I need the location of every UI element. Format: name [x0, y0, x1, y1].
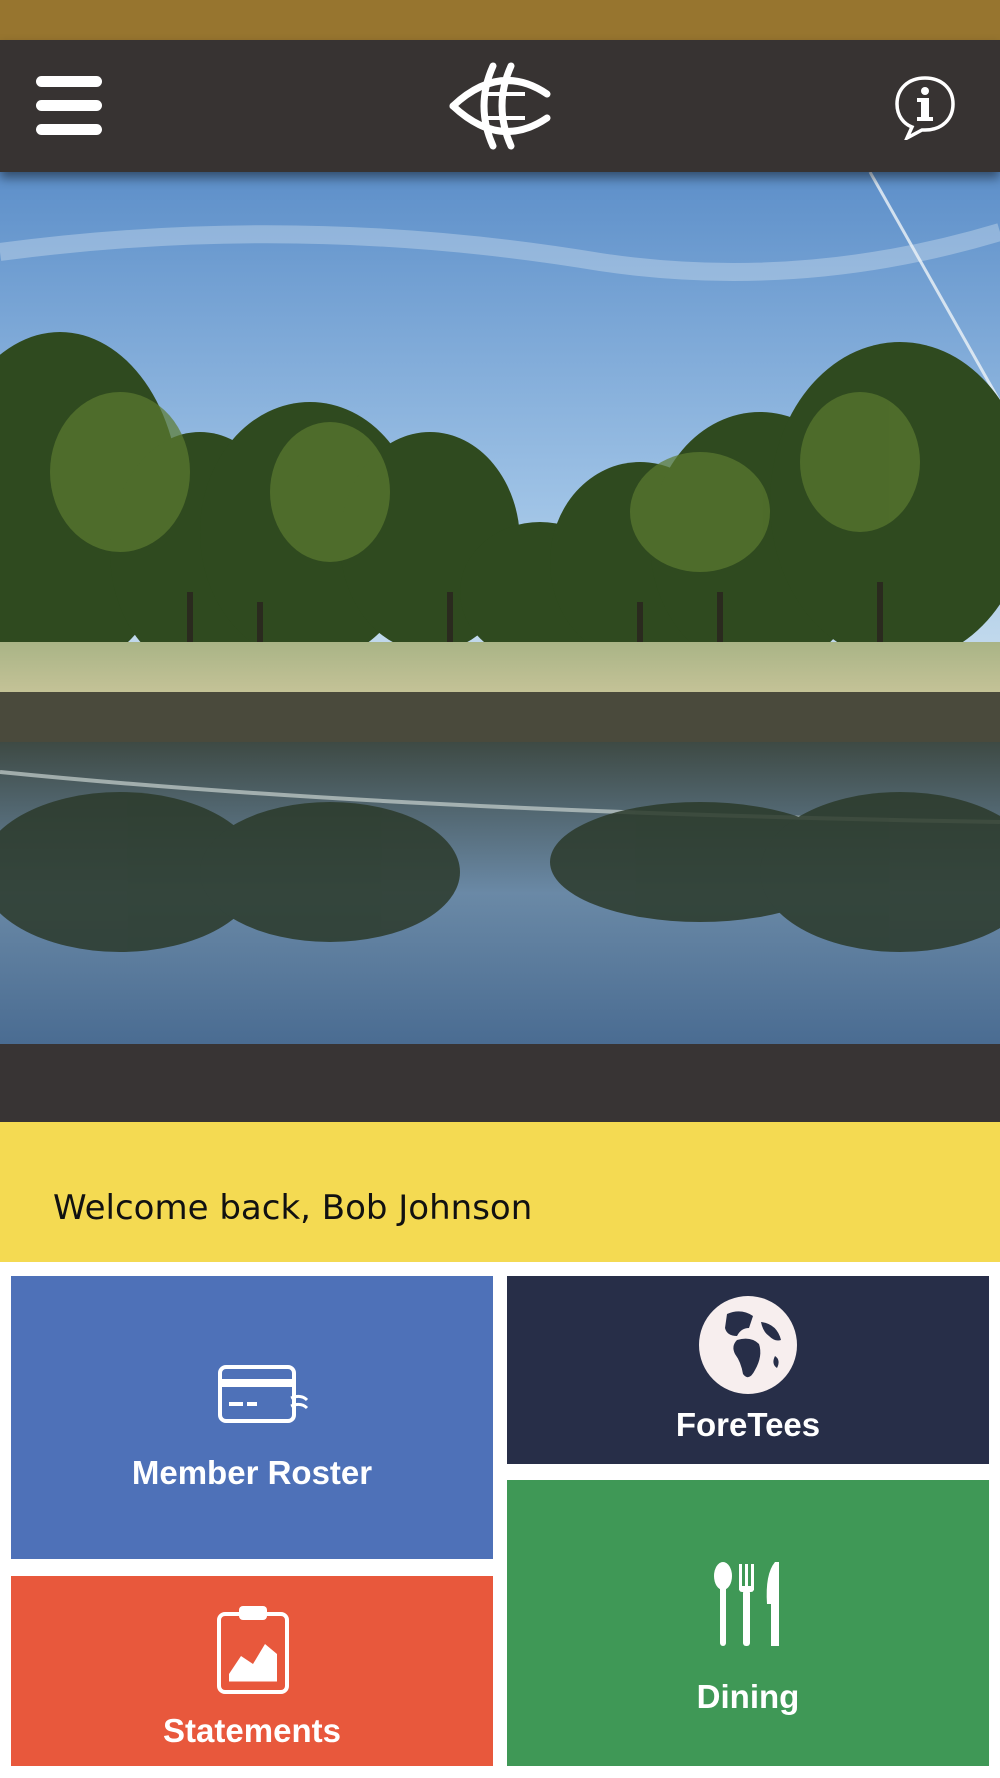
dining-tile[interactable]: Dining [507, 1480, 989, 1766]
club-crest-logo [449, 62, 551, 150]
member-roster-label: Member Roster [131, 1454, 373, 1491]
statements-tile[interactable]: Statements [11, 1576, 493, 1766]
app-header [0, 40, 1000, 172]
image-footer-band [0, 1044, 1000, 1122]
utensils-icon [714, 1562, 779, 1646]
info-speech-bubble-icon [895, 76, 955, 142]
info-button[interactable] [892, 74, 958, 142]
hero-image [0, 172, 1000, 1044]
statements-label: Statements [163, 1712, 341, 1749]
globe-icon [699, 1296, 797, 1394]
dining-label: Dining [696, 1678, 800, 1715]
golf-course-landscape-image [0, 172, 1000, 1044]
id-card-icon [218, 1365, 309, 1423]
foretees-label: ForeTees [675, 1406, 821, 1443]
tile-grid: Member Roster ForeTees Statements Dining [0, 1262, 1000, 1778]
menu-button[interactable] [36, 76, 102, 136]
welcome-message: Welcome back, Bob Johnson [53, 1188, 533, 1228]
foretees-tile[interactable]: ForeTees [507, 1276, 989, 1464]
clipboard-chart-icon [217, 1606, 289, 1694]
member-roster-tile[interactable]: Member Roster [11, 1276, 493, 1559]
status-bar-strip [0, 0, 1000, 40]
welcome-banner: Welcome back, Bob Johnson [0, 1122, 1000, 1262]
